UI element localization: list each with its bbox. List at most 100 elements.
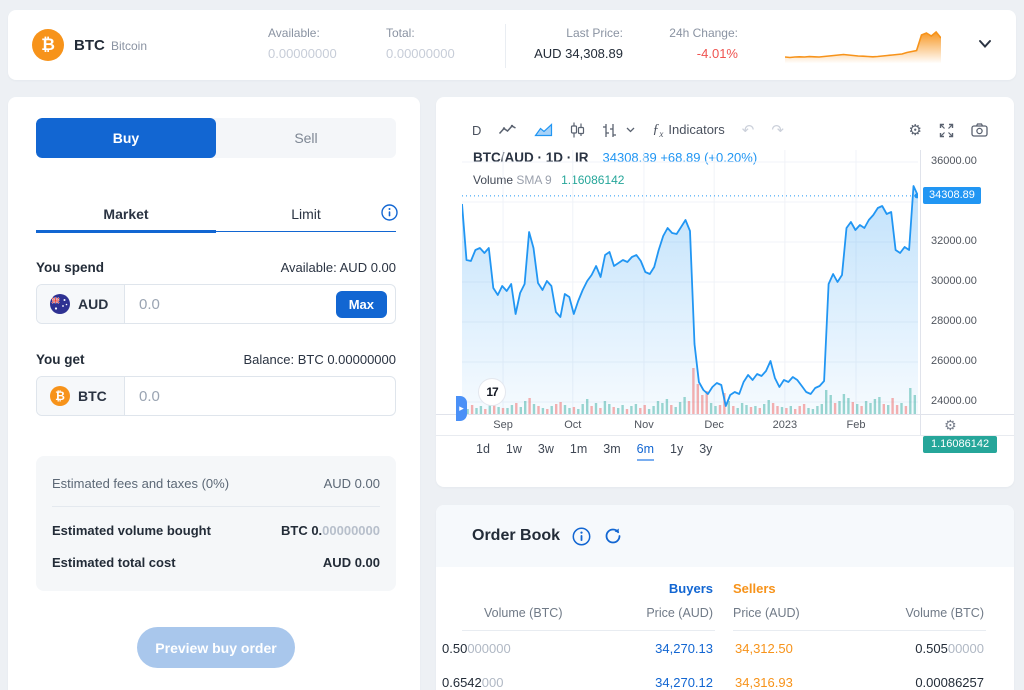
sellers-price-header: Price (AUD) <box>733 606 800 620</box>
fees-value: AUD 0.00 <box>323 476 380 491</box>
change-block: 24h Change: -4.01% <box>638 26 738 61</box>
style-dropdown-chevron-icon[interactable] <box>626 127 635 133</box>
timeframe-3y[interactable]: 3y <box>699 442 712 461</box>
indicators-button[interactable]: ƒx Indicators <box>652 122 724 139</box>
chart-toolbar: D ƒx Indicators ↶ ↷ ⚙︎ <box>472 119 988 141</box>
volume-axis-label: 1.16086142 <box>923 436 998 453</box>
line-style-icon[interactable] <box>498 123 517 137</box>
tradingview-logo[interactable]: 17 <box>478 378 506 406</box>
buyers-price-header: Price (AUD) <box>646 606 713 620</box>
total-value: 0.00000000 <box>386 46 455 61</box>
available-value: 0.00000000 <box>268 46 337 61</box>
time-axis[interactable]: Sep Oct Nov Dec 2023 Feb <box>436 414 1014 436</box>
snapshot-camera-icon[interactable] <box>971 123 988 137</box>
info-icon[interactable] <box>381 204 398 221</box>
get-amount-input[interactable] <box>125 377 395 415</box>
order-book-header: Order Book <box>436 505 1014 567</box>
get-currency-code: BTC <box>78 388 107 404</box>
timeframe-1d[interactable]: 1d <box>476 442 490 461</box>
sellers-row[interactable]: 34,312.50 0.50500000 <box>733 631 986 665</box>
timeframe-row: 1d 1w 3w 1m 3m 6m 1y 3y <box>476 442 712 461</box>
time-tick: Feb <box>846 419 866 431</box>
buy-tab[interactable]: Buy <box>36 118 216 158</box>
preview-buy-order-button[interactable]: Preview buy order <box>137 627 295 668</box>
axis-settings-gear-icon[interactable]: ⚙︎ <box>944 417 957 434</box>
buyers-row[interactable]: 0.6542000 34,270.12 <box>442 665 715 690</box>
redo-icon[interactable]: ↷ <box>771 121 784 139</box>
limit-tab[interactable]: Limit <box>216 196 396 232</box>
change-label: 24h Change: <box>669 26 738 40</box>
bars-style-icon[interactable] <box>602 123 617 138</box>
order-book-title: Order Book <box>472 527 561 544</box>
timeframe-1m[interactable]: 1m <box>570 442 587 461</box>
chart-settings-gear-icon[interactable]: ⚙︎ <box>909 121 922 139</box>
chart-canvas[interactable] <box>462 150 918 414</box>
market-header: ₿ BTC Bitcoin Available: 0.00000000 Tota… <box>8 10 1016 80</box>
get-currency: ₿ BTC <box>37 377 125 415</box>
spend-amount-input[interactable] <box>125 285 336 323</box>
price-tick: 32000.00 <box>931 235 977 247</box>
active-tab-underline <box>36 229 216 233</box>
total-block: Total: 0.00000000 <box>386 26 455 61</box>
sell-tab[interactable]: Sell <box>216 118 396 158</box>
chevron-down-icon[interactable] <box>978 39 992 49</box>
trade-panel: Buy Sell Market Limit You spend Availabl… <box>8 97 420 690</box>
sellers-label: Sellers <box>733 581 776 596</box>
coin-symbol: BTC <box>74 37 105 54</box>
undo-icon[interactable]: ↶ <box>742 121 755 139</box>
spend-currency: AUD <box>37 285 125 323</box>
area-style-icon[interactable] <box>534 123 553 137</box>
trading-page: ₿ BTC Bitcoin Available: 0.00000000 Tota… <box>0 0 1024 690</box>
fullscreen-icon[interactable] <box>939 123 954 138</box>
order-type-tabs: Market Limit <box>36 196 398 233</box>
order-book-info-icon[interactable] <box>572 527 591 546</box>
sellers-row[interactable]: 34,316.93 0.00086257 <box>733 665 986 690</box>
current-price-label: 34308.89 <box>923 186 981 204</box>
buyers-row[interactable]: 0.50000000 34,270.13 <box>442 631 715 665</box>
last-price-block: Last Price: AUD 34,308.89 <box>513 26 623 61</box>
timeframe-3m[interactable]: 3m <box>603 442 620 461</box>
timeframe-3w[interactable]: 3w <box>538 442 554 461</box>
available-block: Available: 0.00000000 <box>268 26 337 61</box>
timeframe-1w[interactable]: 1w <box>506 442 522 461</box>
interval-button[interactable]: D <box>472 123 481 138</box>
price-axis[interactable]: 34308.89 1.16086142 36000.0034000.003200… <box>920 150 1014 453</box>
timeframe-1y[interactable]: 1y <box>670 442 683 461</box>
price-tick: 26000.00 <box>931 355 977 367</box>
change-value: -4.01% <box>696 46 738 61</box>
candles-style-icon[interactable] <box>570 122 585 138</box>
bitcoin-icon: ₿ <box>32 29 64 61</box>
fees-label: Estimated fees and taxes (0%) <box>52 476 230 491</box>
market-tab[interactable]: Market <box>36 196 216 232</box>
max-button[interactable]: Max <box>335 290 387 318</box>
order-book-panel: Order Book Buyers Volume (BTC) Price (AU… <box>436 505 1014 690</box>
last-price-label: Last Price: <box>566 26 623 40</box>
time-tick: Nov <box>634 419 654 431</box>
you-get-label: You get <box>36 352 85 367</box>
time-tick: Dec <box>704 419 724 431</box>
buyers-volume-header: Volume (BTC) <box>484 606 563 620</box>
refresh-icon[interactable] <box>603 526 623 546</box>
available-balance-note: Available: AUD 0.00 <box>280 260 396 275</box>
price-tick: 28000.00 <box>931 315 977 327</box>
timeframe-6m[interactable]: 6m <box>636 442 654 461</box>
sellers-volume-header: Volume (BTC) <box>905 606 985 620</box>
time-tick: 2023 <box>772 419 798 431</box>
you-spend-label: You spend <box>36 260 105 275</box>
scroll-left-handle[interactable]: ▸ <box>456 396 467 421</box>
get-input-box: ₿ BTC <box>36 376 396 416</box>
total-cost-value: AUD 0.00 <box>322 555 380 570</box>
available-label: Available: <box>268 26 320 40</box>
total-label: Total: <box>386 26 415 40</box>
order-summary: Estimated fees and taxes (0%) AUD 0.00 E… <box>36 456 396 591</box>
spend-currency-code: AUD <box>78 296 109 312</box>
volume-bought-label: Estimated volume bought <box>52 523 211 538</box>
buyers-label: Buyers <box>668 581 713 596</box>
time-tick: Sep <box>493 419 513 431</box>
buy-sell-switch: Buy Sell <box>36 118 396 158</box>
btc-balance-note: Balance: BTC 0.00000000 <box>243 352 397 367</box>
price-sparkline <box>785 30 941 69</box>
spend-input-box: AUD Max <box>36 284 396 324</box>
btc-coin-icon: ₿ <box>50 386 70 406</box>
time-tick: Oct <box>564 419 582 431</box>
